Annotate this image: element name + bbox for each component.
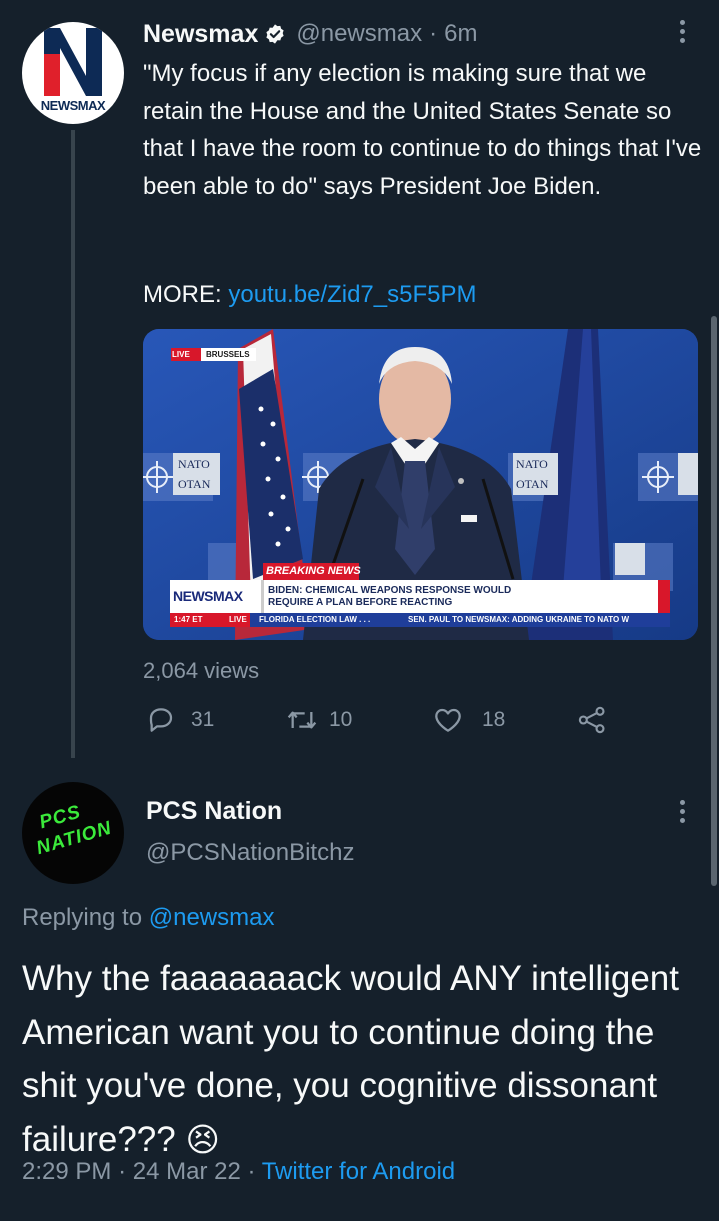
- youtube-link[interactable]: youtu.be/Zid7_s5F5PM: [228, 281, 476, 308]
- share-action[interactable]: [576, 704, 608, 741]
- reply-meta: 2:29 PM · 24 Mar 22 · Twitter for Androi…: [22, 1158, 455, 1186]
- author-name[interactable]: Newsmax: [143, 20, 258, 49]
- verified-badge-icon: [266, 24, 284, 44]
- otan-label-right: OTAN: [516, 477, 549, 491]
- reply-author-handle[interactable]: @PCSNationBitchz: [146, 839, 354, 867]
- heart-icon: [435, 708, 461, 732]
- newsmax-logo-icon: [44, 28, 102, 96]
- meta-separator-2: ·: [247, 1158, 256, 1185]
- video-ticker-2: SEN. PAUL TO NEWSMAX: ADDING UKRAINE TO …: [408, 615, 630, 624]
- breaking-news-label: BREAKING NEWS: [266, 565, 361, 577]
- otan-label-left: OTAN: [178, 477, 211, 491]
- replying-to: Replying to @newsmax: [22, 904, 274, 932]
- share-icon: [578, 706, 605, 734]
- reply-action[interactable]: 31: [145, 704, 214, 736]
- header-separator: ·: [429, 20, 438, 47]
- reply-count: 31: [191, 708, 215, 731]
- like-count: 18: [482, 708, 506, 731]
- author-handle[interactable]: @newsmax: [296, 20, 422, 48]
- reply-time[interactable]: 2:29 PM: [22, 1158, 111, 1185]
- reply-client[interactable]: Twitter for Android: [262, 1158, 455, 1185]
- nato-label-right: NATO: [516, 457, 548, 471]
- newsmax-avatar[interactable]: NEWSMAX: [22, 22, 124, 124]
- retweet-count: 10: [329, 708, 353, 731]
- scrollbar[interactable]: [711, 316, 717, 886]
- retweet-action[interactable]: 10: [285, 704, 352, 736]
- reply-text: Why the faaaaaaack would ANY intelligent…: [22, 952, 712, 1166]
- thread-connector-line: [71, 130, 75, 758]
- video-headline-line1: BIDEN: CHEMICAL WEAPONS RESPONSE WOULD: [268, 585, 512, 596]
- video-channel-logo: NEWSMAX: [173, 588, 243, 604]
- tweet-time-ago[interactable]: 6m: [444, 20, 477, 48]
- view-count: 2,064 views: [143, 658, 260, 683]
- reply-more-options-icon[interactable]: [677, 800, 687, 828]
- video-card[interactable]: LIVE BRUSSELS NATO OTAN NATO OTAN BREAKI…: [143, 329, 698, 640]
- reply-text-body: Why the faaaaaaack would ANY intelligent…: [22, 959, 679, 1159]
- like-action[interactable]: 18: [432, 704, 505, 736]
- tweet-header: Newsmax @newsmax · 6m: [143, 16, 477, 52]
- video-location: BRUSSELS: [206, 350, 250, 359]
- video-live-label: LIVE: [229, 615, 247, 624]
- more-line: MORE: youtu.be/Zid7_s5F5PM: [143, 281, 476, 309]
- replying-to-handle[interactable]: @newsmax: [149, 904, 275, 931]
- pcs-nation-avatar[interactable]: PCS NATION: [22, 782, 124, 884]
- newsmax-avatar-label: NEWSMAX: [40, 98, 106, 113]
- replying-to-label: Replying to: [22, 904, 143, 931]
- video-live-tag: LIVE: [172, 350, 190, 359]
- meta-separator-1: ·: [118, 1158, 127, 1185]
- video-headline-line2: REQUIRE A PLAN BEFORE REACTING: [268, 597, 453, 608]
- more-label: MORE:: [143, 281, 222, 308]
- nato-label-left: NATO: [178, 457, 210, 471]
- tweet-more-options-icon[interactable]: [677, 20, 687, 48]
- reply-date[interactable]: 24 Mar 22: [133, 1158, 241, 1185]
- video-clock: 1:47 ET: [174, 615, 203, 624]
- retweet-icon: [287, 711, 317, 729]
- tweet-text: "My focus if any election is making sure…: [143, 60, 702, 200]
- persevering-face-emoji: 😣: [185, 1120, 220, 1158]
- reply-icon: [149, 708, 173, 732]
- reply-author-name[interactable]: PCS Nation: [146, 797, 282, 826]
- video-ticker-1: FLORIDA ELECTION LAW . . .: [259, 615, 371, 624]
